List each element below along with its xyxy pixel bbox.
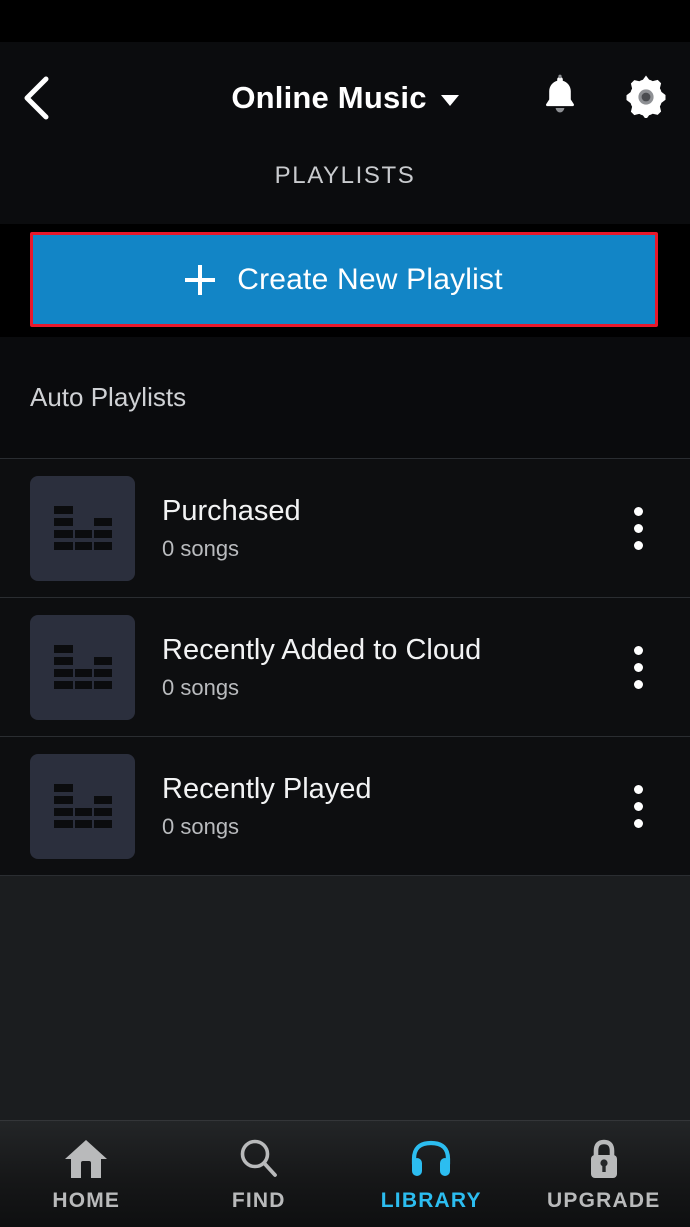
lock-icon [581, 1136, 627, 1182]
source-selector[interactable]: Online Music [231, 80, 459, 116]
more-vertical-icon[interactable] [608, 737, 668, 875]
nav-label-find: FIND [231, 1188, 286, 1212]
playlist-title: Recently Played [162, 772, 372, 805]
section-header-label: Auto Playlists [30, 382, 187, 412]
search-icon [236, 1136, 282, 1182]
playlist-text: Purchased 0 songs [135, 495, 608, 562]
nav-label-home: HOME [52, 1188, 121, 1212]
playlist-song-count: 0 songs [162, 535, 240, 561]
playlist-text: Recently Played 0 songs [135, 773, 608, 840]
gear-icon [624, 74, 668, 123]
nav-item-find[interactable]: FIND [173, 1121, 346, 1227]
nav-item-home[interactable]: HOME [0, 1121, 173, 1227]
create-new-playlist-label: Create New Playlist [237, 262, 503, 296]
app-screen: Online Music PLAYLISTS Create New Playli… [0, 0, 690, 1227]
status-bar [0, 0, 690, 42]
playlist-text: Recently Added to Cloud 0 songs [135, 634, 608, 701]
plus-icon [185, 264, 216, 295]
settings-button[interactable] [618, 70, 674, 126]
page-title: Online Music [231, 80, 427, 115]
empty-list-area [0, 876, 690, 1120]
playlist-song-count: 0 songs [162, 674, 240, 700]
tab-playlists[interactable]: PLAYLISTS [275, 162, 416, 190]
home-icon [63, 1136, 109, 1182]
tab-bar: PLAYLISTS [0, 154, 690, 224]
header-top-row: Online Music [0, 42, 690, 154]
create-playlist-zone: Create New Playlist [0, 224, 690, 337]
nav-item-library[interactable]: LIBRARY [345, 1121, 518, 1227]
playlist-thumbnail [30, 475, 135, 581]
equalizer-icon [52, 639, 114, 695]
app-header: Online Music PLAYLISTS [0, 42, 690, 224]
more-vertical-icon[interactable] [608, 598, 668, 736]
bottom-navigation: HOME FIND LIBRARY UPGRADE [0, 1120, 690, 1227]
caret-down-icon [440, 94, 459, 106]
equalizer-icon [52, 778, 114, 834]
table-row[interactable]: Purchased 0 songs [0, 459, 690, 598]
playlist-thumbnail [30, 614, 135, 720]
table-row[interactable]: Recently Played 0 songs [0, 737, 690, 876]
equalizer-icon [52, 500, 114, 556]
bell-icon [540, 74, 580, 123]
back-button[interactable] [0, 42, 74, 154]
nav-label-upgrade: UPGRADE [547, 1188, 661, 1212]
notifications-button[interactable] [532, 70, 588, 126]
playlist-title: Recently Added to Cloud [162, 633, 482, 666]
header-actions [532, 42, 674, 154]
playlist-title: Purchased [162, 494, 301, 527]
chevron-left-icon [20, 74, 54, 122]
nav-item-upgrade[interactable]: UPGRADE [518, 1121, 690, 1227]
table-row[interactable]: Recently Added to Cloud 0 songs [0, 598, 690, 737]
playlist-song-count: 0 songs [162, 813, 240, 839]
playlist-thumbnail [30, 753, 135, 859]
section-header-auto-playlists: Auto Playlists [0, 337, 690, 459]
create-new-playlist-button[interactable]: Create New Playlist [33, 235, 655, 324]
more-vertical-icon[interactable] [608, 459, 668, 597]
playlists-list: Auto Playlists Purchased 0 songs Recentl… [0, 337, 690, 1120]
headphones-icon [408, 1136, 454, 1182]
nav-label-library: LIBRARY [380, 1188, 482, 1212]
